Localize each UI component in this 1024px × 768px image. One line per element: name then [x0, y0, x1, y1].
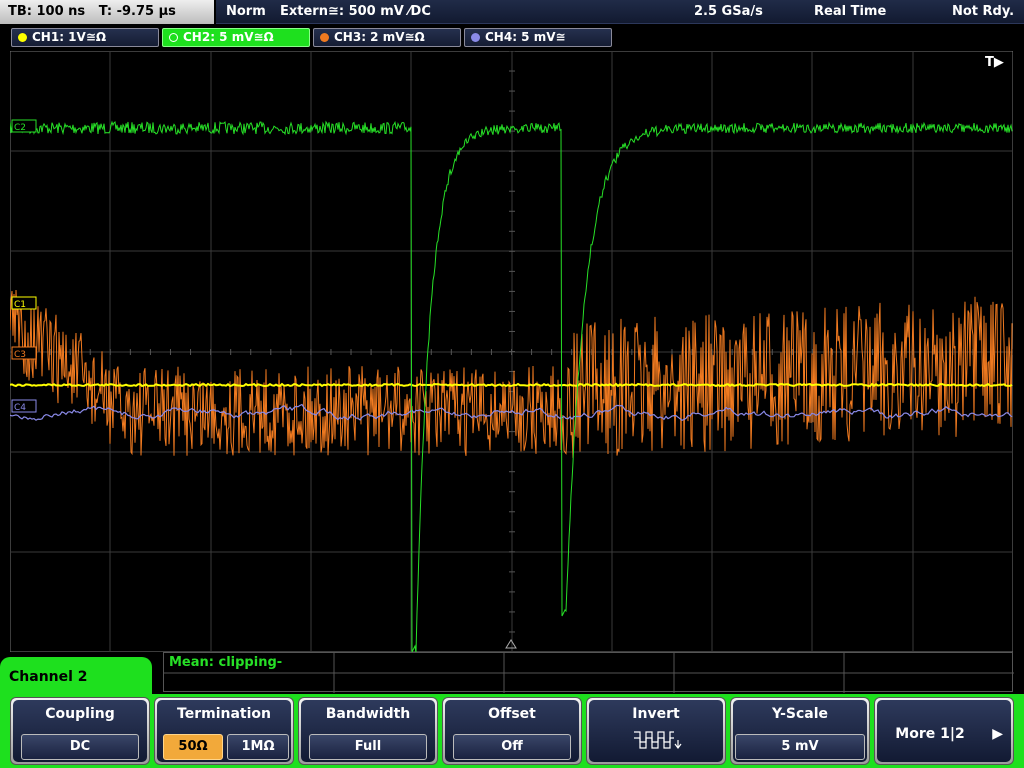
bandwidth-softkey[interactable]: Bandwidth Full — [298, 697, 438, 765]
more-softkey[interactable]: More 1|2 ▶ — [874, 697, 1014, 765]
ch2-offset-marker[interactable]: C2 — [11, 119, 37, 133]
sample-rate: 2.5 GSa/s — [694, 4, 763, 19]
ch4-indicator-icon — [471, 33, 480, 42]
ch2-indicator-icon — [169, 33, 178, 42]
channel-tab-ch3[interactable]: CH3: 2 mV≅Ω — [313, 28, 461, 47]
timebase-readout[interactable]: TB: 100 ns T: -9.75 µs — [0, 0, 214, 24]
measurement-bar[interactable]: Mean: clipping- — [163, 652, 1014, 693]
more-label: More 1|2 — [895, 726, 965, 742]
ch3-indicator-icon — [320, 33, 329, 42]
channel-tab-label: CH1: 1V≅Ω — [32, 30, 107, 44]
coupling-value[interactable]: DC — [21, 734, 139, 760]
termination-1mohm-option[interactable]: 1MΩ — [227, 734, 289, 760]
measurement-readout: Mean: clipping- — [169, 655, 283, 670]
offset-value[interactable]: Off — [453, 734, 571, 760]
channel-tab-ch1[interactable]: CH1: 1V≅Ω — [11, 28, 159, 47]
channel-tab-label: CH3: 2 mV≅Ω — [334, 30, 425, 44]
invert-waveform-icon — [634, 731, 682, 749]
trigger-state: Not Rdy. — [952, 4, 1015, 19]
trigger-mode[interactable]: Norm — [226, 0, 266, 24]
svg-text:C3: C3 — [14, 350, 26, 360]
svg-text:C4: C4 — [14, 403, 26, 413]
chevron-right-icon: ▶ — [992, 726, 1003, 742]
acquisition-status: Norm Extern≅: 500 mV ⁄DC 2.5 GSa/s Real … — [216, 0, 1024, 24]
channel-tab-ch4[interactable]: CH4: 5 mV≅ — [464, 28, 612, 47]
acquisition-mode: Real Time — [814, 4, 887, 19]
ch1-indicator-icon — [18, 33, 27, 42]
ch1-offset-marker[interactable]: C1 — [11, 296, 37, 310]
ch4-offset-marker[interactable]: C4 — [11, 399, 37, 413]
trigger-position-marker[interactable]: T▶ — [985, 55, 1004, 70]
channel-tab-label: CH4: 5 mV≅ — [485, 30, 566, 44]
softkey-title: Offset — [488, 706, 536, 722]
bandwidth-value[interactable]: Full — [309, 734, 427, 760]
svg-text:C2: C2 — [14, 123, 26, 133]
status-bar: TB: 100 ns T: -9.75 µs Norm Extern≅: 500… — [0, 0, 1024, 24]
softkey-title: Bandwidth — [325, 706, 411, 722]
ch3-offset-marker[interactable]: C3 — [11, 346, 37, 360]
softkey-title: Coupling — [45, 706, 115, 722]
channel-tab-ch2[interactable]: CH2: 5 mV≅Ω — [162, 28, 310, 47]
waveform-canvas: C2 C1 C3 C4 T▶ — [10, 51, 1013, 652]
termination-softkey[interactable]: Termination 50Ω 1MΩ — [154, 697, 294, 765]
menu-title: Channel 2 — [0, 657, 152, 697]
trigger-source[interactable]: Extern≅: 500 mV ⁄DC — [280, 0, 431, 24]
channel-tab-label: CH2: 5 mV≅Ω — [183, 30, 274, 44]
measurement-grid — [164, 653, 1014, 693]
invert-softkey[interactable]: Invert — [586, 697, 726, 765]
softkey-title: Y-Scale — [771, 706, 828, 722]
softkey-title: Termination — [177, 706, 271, 722]
coupling-softkey[interactable]: Coupling DC — [10, 697, 150, 765]
yscale-softkey[interactable]: Y-Scale 5 mV — [730, 697, 870, 765]
offset-softkey[interactable]: Offset Off — [442, 697, 582, 765]
termination-50ohm-option[interactable]: 50Ω — [163, 734, 223, 760]
svg-text:C1: C1 — [14, 300, 26, 310]
softkey-title: Invert — [632, 706, 680, 722]
waveform-display[interactable]: C2 C1 C3 C4 T▶ — [10, 51, 1013, 652]
yscale-value[interactable]: 5 mV — [735, 734, 865, 760]
